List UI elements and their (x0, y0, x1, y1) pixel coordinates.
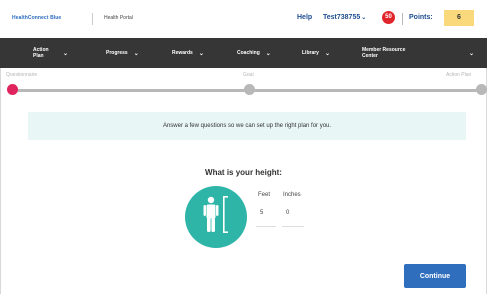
nav-item-label: Action Plan (33, 47, 49, 59)
chevron-down-icon: ⌄ (324, 50, 330, 57)
continue-button[interactable]: Continue (404, 264, 466, 288)
points-value: 6 (444, 10, 474, 26)
step-label-questionnaire: Questionnaire (6, 72, 38, 78)
user-menu[interactable]: Test738755⌄ (323, 14, 366, 21)
info-banner: Answer a few questions so we can set up … (28, 112, 466, 140)
nav-library[interactable]: Library ⌄ (302, 38, 330, 68)
nav-item-label: Library (302, 50, 319, 56)
help-link[interactable]: Help (297, 14, 312, 21)
feet-input-underline (256, 226, 276, 227)
chevron-down-icon: ⌄ (198, 50, 204, 57)
inches-input[interactable]: 0 (286, 210, 289, 216)
person-height-icon (185, 186, 247, 248)
nav-item-label: Progress (106, 50, 128, 56)
nav-rewards[interactable]: Rewards ⌄ (172, 38, 204, 68)
step-dot-questionnaire (7, 84, 18, 95)
chevron-down-icon: ⌄ (133, 50, 139, 57)
header-divider-2 (402, 13, 403, 25)
nav-item-label: Member Resource Center (362, 47, 406, 59)
top-header: HealthConnect Blue Health Portal Help Te… (0, 0, 487, 38)
inches-label: Inches (283, 192, 301, 198)
portal-label: Health Portal (104, 15, 133, 21)
step-dot-goal (244, 84, 255, 95)
nav-item-label: Rewards (172, 50, 193, 56)
nav-action-plan[interactable]: Action Plan ⌄ (33, 38, 83, 68)
nav-progress[interactable]: Progress ⌄ (106, 38, 139, 68)
step-label-goal: Goal (243, 72, 254, 78)
person-height-graphic (203, 196, 228, 233)
brand-logo[interactable]: HealthConnect Blue (12, 15, 61, 21)
banner-text: Answer a few questions so we can set up … (162, 123, 332, 129)
notification-badge[interactable]: 50 (382, 11, 395, 24)
main-nav: Action Plan ⌄ Progress ⌄ Rewards ⌄ Coach… (0, 38, 487, 68)
header-divider (92, 13, 93, 25)
feet-label: Feet (258, 192, 271, 198)
nav-coaching[interactable]: Coaching ⌄ (237, 38, 271, 68)
nav-member-resource-center[interactable]: Member Resource Center ⌄ (362, 38, 474, 68)
question-title: What is your height: (205, 168, 282, 177)
inches-input-underline (282, 226, 304, 227)
chevron-down-icon: ⌄ (361, 15, 367, 21)
chevron-down-icon: ⌄ (468, 50, 474, 57)
feet-input[interactable]: 5 (260, 210, 263, 216)
chevron-down-icon: ⌄ (63, 50, 69, 57)
step-label-action-plan: Action Plan (446, 72, 472, 78)
step-dot-action-plan (476, 84, 487, 95)
username-label: Test738755 (323, 14, 361, 21)
chevron-down-icon: ⌄ (265, 50, 271, 57)
points-label: Points: (409, 14, 433, 21)
nav-item-label: Coaching (237, 50, 260, 56)
